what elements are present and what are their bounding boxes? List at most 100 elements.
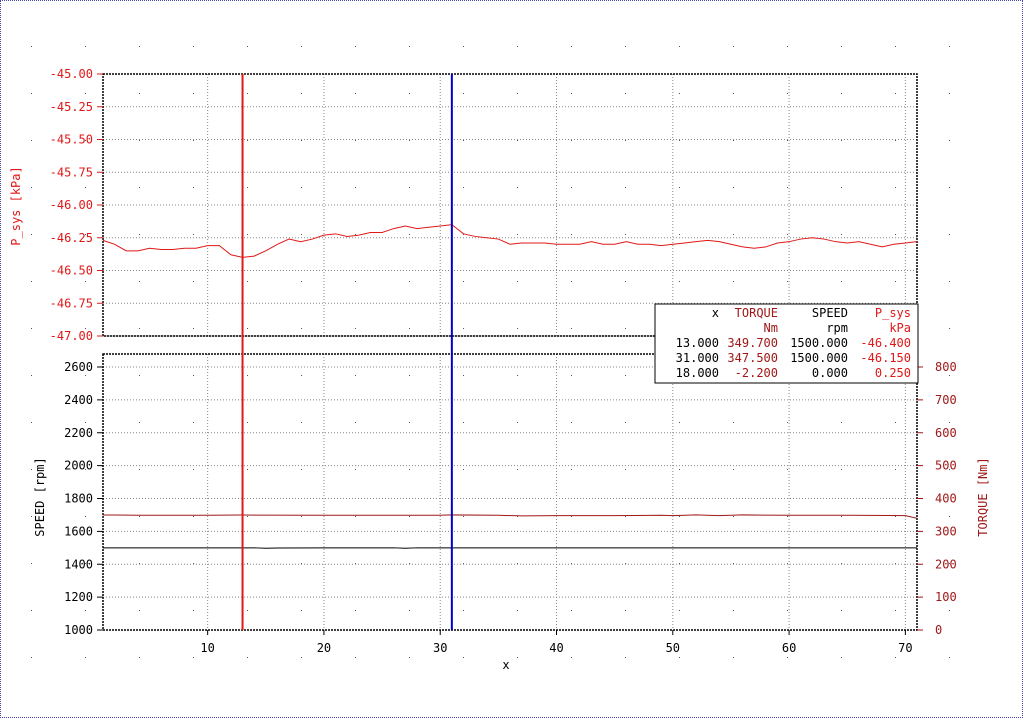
bg-dot (949, 375, 950, 376)
bottom-y-tick-label: 2400 (64, 393, 93, 407)
bg-dot (355, 187, 356, 188)
bottom-y-ticks: 260024002200200018001600140012001000 (64, 360, 103, 637)
bg-dot (949, 422, 950, 423)
bg-dot (85, 375, 86, 376)
bg-dot (301, 422, 302, 423)
bg-dot (949, 93, 950, 94)
top-y-ticks: -45.00-45.25-45.50-45.75-46.00-46.25-46.… (50, 67, 103, 343)
bg-dot (247, 281, 248, 282)
bg-dot (679, 140, 680, 141)
bg-dot (301, 610, 302, 611)
bg-dot (31, 375, 32, 376)
x-tick-label: 70 (898, 641, 912, 655)
bg-dot (355, 516, 356, 517)
cursor-table-unit: Nm (764, 321, 778, 335)
bg-dot (841, 234, 842, 235)
x-tick-label: 60 (782, 641, 796, 655)
bg-dot (193, 140, 194, 141)
bg-dot (31, 469, 32, 470)
bg-dot (895, 281, 896, 282)
bg-dot (679, 234, 680, 235)
bg-dot (463, 516, 464, 517)
bg-dot (571, 610, 572, 611)
x-tick-label: 10 (200, 641, 214, 655)
right-y-axis-label: TORQUE [Nm] (976, 457, 990, 536)
top-y-tick-label: -45.00 (50, 67, 93, 81)
cursor-table-cell: 1500.000 (790, 351, 848, 365)
bg-dot (787, 140, 788, 141)
bg-dot (625, 187, 626, 188)
bg-dot (625, 234, 626, 235)
x-axis-ticks: 10203040506070 (200, 630, 912, 655)
bg-dot (463, 140, 464, 141)
bg-dot (139, 516, 140, 517)
bg-dot (517, 422, 518, 423)
x-axis-label: x (502, 658, 509, 672)
top-y-axis-label: P_sys [kPa] (9, 166, 23, 245)
bg-dot (409, 140, 410, 141)
bg-dot (85, 46, 86, 47)
bg-dot (355, 375, 356, 376)
bottom-y-tick-label: 1600 (64, 524, 93, 538)
bg-dot (571, 422, 572, 423)
bg-dot (733, 46, 734, 47)
cursor-table-header: TORQUE (735, 306, 778, 320)
bg-dot (571, 281, 572, 282)
bg-dot (571, 187, 572, 188)
bg-dot (301, 657, 302, 658)
bottom-y-tick-label: 2600 (64, 360, 93, 374)
cursor-table-header: SPEED (812, 306, 848, 320)
bg-dot (31, 140, 32, 141)
bg-dot (463, 281, 464, 282)
bg-dot (31, 328, 32, 329)
bg-dot (463, 93, 464, 94)
bg-dot (409, 234, 410, 235)
bg-dot (841, 516, 842, 517)
top-y-tick-label: -46.75 (50, 296, 93, 310)
cursor-layer[interactable] (243, 74, 452, 630)
bg-dot (247, 469, 248, 470)
bg-dot (193, 93, 194, 94)
bg-dot (733, 140, 734, 141)
right-y-tick-label: 400 (935, 492, 957, 506)
cursor-table-cell: 31.000 (676, 351, 719, 365)
bg-dot (895, 657, 896, 658)
bg-dot (31, 281, 32, 282)
bg-dot (85, 422, 86, 423)
cursor-table-header: x (712, 306, 719, 320)
bg-dot (301, 281, 302, 282)
bg-dot (787, 187, 788, 188)
bg-dot (787, 657, 788, 658)
bg-dot (193, 328, 194, 329)
bg-dot (463, 422, 464, 423)
bg-dot (517, 657, 518, 658)
bg-dot (355, 422, 356, 423)
bg-dot (625, 657, 626, 658)
bg-dot (679, 46, 680, 47)
bg-dot (841, 610, 842, 611)
bg-dot (355, 281, 356, 282)
bg-dot (301, 375, 302, 376)
bg-dot (841, 657, 842, 658)
bg-dot (193, 657, 194, 658)
bg-dot (355, 469, 356, 470)
bg-dot (193, 46, 194, 47)
bg-dot (679, 187, 680, 188)
bg-dot (517, 375, 518, 376)
bg-dot (733, 422, 734, 423)
bg-dot (625, 610, 626, 611)
bg-dot (301, 516, 302, 517)
bg-dot (355, 140, 356, 141)
bg-dot (301, 234, 302, 235)
bg-dot (409, 657, 410, 658)
top-y-tick-label: -45.50 (50, 133, 93, 147)
bg-dot (895, 93, 896, 94)
bg-dot (301, 46, 302, 47)
cursor-table-cell: -46.400 (860, 336, 911, 350)
bg-dot (787, 516, 788, 517)
bg-dot (409, 422, 410, 423)
bg-dot (463, 328, 464, 329)
chart-svg[interactable]: -45.00-45.25-45.50-45.75-46.00-46.25-46.… (1, 1, 1023, 719)
x-tick-label: 50 (666, 641, 680, 655)
bg-dot (409, 516, 410, 517)
